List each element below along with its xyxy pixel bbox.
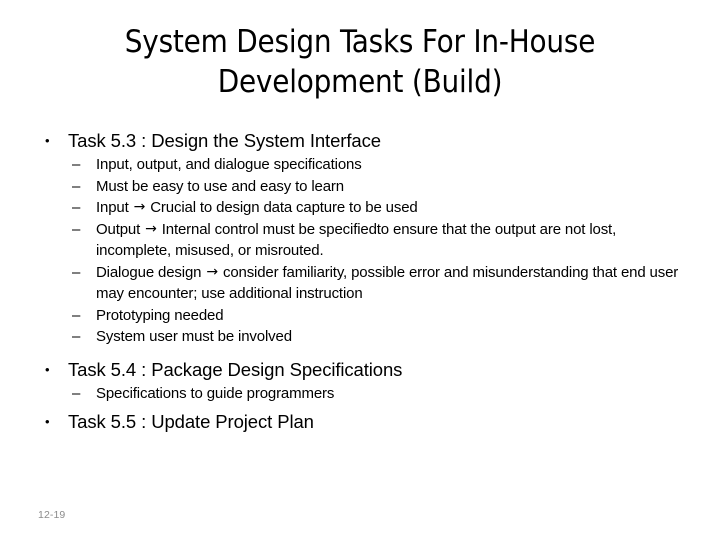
subitem-text-pre: Specifications to guide programmers [96, 384, 335, 402]
subitem-text-pre: Input, output, and dialogue specificatio… [96, 156, 362, 173]
bullet-level2-label: Specifications to guide programmers [96, 383, 692, 405]
bullet-level1: • Task 5.4 : Package Design Specificatio… [44, 357, 692, 382]
bullet-level2: – Input, output, and dialogue specificat… [72, 154, 692, 176]
subitem-text-pre: Prototyping needed [96, 306, 224, 324]
arrow-right-icon: → [133, 199, 146, 215]
bullet-level2-label: Output → Internal control must be specif… [96, 219, 692, 262]
bullet-level1-label: Task 5.3 : Design the System Interface [68, 130, 381, 151]
slide-body: • Task 5.3 : Design the System Interface… [44, 128, 692, 435]
arrow-right-icon: → [145, 220, 157, 237]
bullet-dot-icon: • [45, 361, 50, 377]
dash-icon: – [72, 328, 81, 345]
subitem-text-pre: Input [96, 199, 133, 216]
dash-icon: – [72, 177, 81, 195]
bullet-level2: – Dialogue design → consider familiarity… [72, 262, 692, 305]
subitem-text-post: Crucial to design data capture to be use… [146, 199, 418, 216]
bullet-level1: • Task 5.5 : Update Project Plan [44, 409, 692, 434]
sublist-task-54: – Specifications to guide programmers [44, 383, 692, 405]
bullet-level1-label: Task 5.4 : Package Design Specifications [68, 358, 403, 380]
subitem-text-pre: System user must be involved [96, 328, 292, 345]
dash-icon: – [72, 384, 81, 402]
dash-icon: – [72, 220, 81, 238]
bullet-level2: – Prototyping needed [72, 305, 692, 327]
bullet-level2-label: Input, output, and dialogue specificatio… [96, 154, 692, 176]
slide-title-line-2: Development (Build) [217, 64, 503, 100]
dash-icon: – [72, 263, 81, 281]
subitem-text-pre: Must be easy to use and easy to learn [96, 177, 344, 195]
slide-title: System Design Tasks For In-House Develop… [40, 22, 680, 102]
sublist-task-53: – Input, output, and dialogue specificat… [44, 154, 692, 348]
bullet-level2: – Must be easy to use and easy to learn [72, 176, 692, 198]
bullet-level1-label: Task 5.5 : Update Project Plan [68, 411, 314, 432]
bullet-level2: – Specifications to guide programmers [72, 383, 692, 405]
subitem-text-post: Internal control must be specifiedto ens… [96, 220, 617, 260]
bullet-level2-label: Prototyping needed [96, 305, 692, 327]
slide-title-line-1: System Design Tasks For In-House [124, 24, 596, 60]
arrow-right-icon: → [206, 263, 218, 280]
subitem-text-pre: Dialogue design [96, 263, 206, 281]
bullet-level2-label: Must be easy to use and easy to learn [96, 176, 692, 198]
bullet-level2: – System user must be involved [72, 326, 692, 348]
bullet-level2-label: System user must be involved [96, 326, 692, 348]
slide-canvas: System Design Tasks For In-House Develop… [0, 0, 720, 540]
bullet-level2: – Input → Crucial to design data capture… [72, 197, 692, 219]
bullet-level2: – Output → Internal control must be spec… [72, 219, 692, 262]
subitem-text-pre: Output [96, 220, 145, 238]
dash-icon: – [72, 306, 81, 324]
dash-icon: – [72, 199, 81, 216]
bullet-level1: • Task 5.3 : Design the System Interface [44, 128, 692, 153]
bullet-dot-icon: • [45, 414, 50, 429]
dash-icon: – [72, 156, 81, 173]
bullet-level2-label: Dialogue design → consider familiarity, … [96, 262, 692, 305]
bullet-level2-label: Input → Crucial to design data capture t… [96, 197, 692, 219]
bullet-dot-icon: • [45, 133, 50, 148]
slide-number: 12-19 [38, 509, 66, 521]
